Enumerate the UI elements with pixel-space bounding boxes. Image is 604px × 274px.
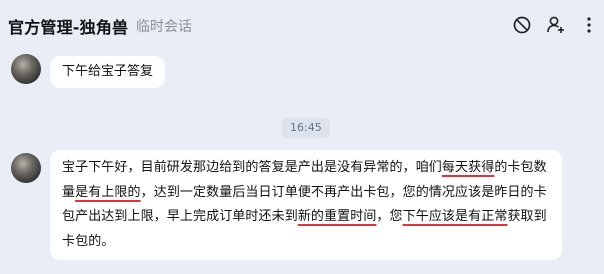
timestamp: 16:45 <box>282 118 330 138</box>
avatar[interactable] <box>11 153 41 183</box>
message-text: 宝子下午好，目前研发那边给到的答复是产出是没有异常的，咱们 <box>62 160 442 175</box>
underlined-text: 新的重置时间 <box>297 209 377 224</box>
message-bubble: 宝子下午好，目前研发那边给到的答复是产出是没有异常的，咱们每天获得的卡包数量是有… <box>50 150 562 260</box>
underlined-text: 每天获得 <box>441 160 495 175</box>
avatar[interactable] <box>11 54 41 84</box>
block-icon[interactable] <box>511 14 533 36</box>
message-text: ，您 <box>376 209 403 224</box>
chat-subtitle: 临时会话 <box>136 19 192 35</box>
chat-title: 官方管理-独角兽 <box>8 18 129 37</box>
underlined-text: 下午应该是有正常 <box>402 209 508 224</box>
add-user-icon[interactable] <box>545 14 567 36</box>
message-text: 下午给宝子答复 <box>62 64 154 79</box>
underlined-text: 是有上限的 <box>75 184 141 200</box>
chat-header: 官方管理-独角兽 临时会话 <box>0 0 604 52</box>
more-icon[interactable] <box>578 14 600 36</box>
message-bubble: 下午给宝子答复 <box>50 56 166 88</box>
